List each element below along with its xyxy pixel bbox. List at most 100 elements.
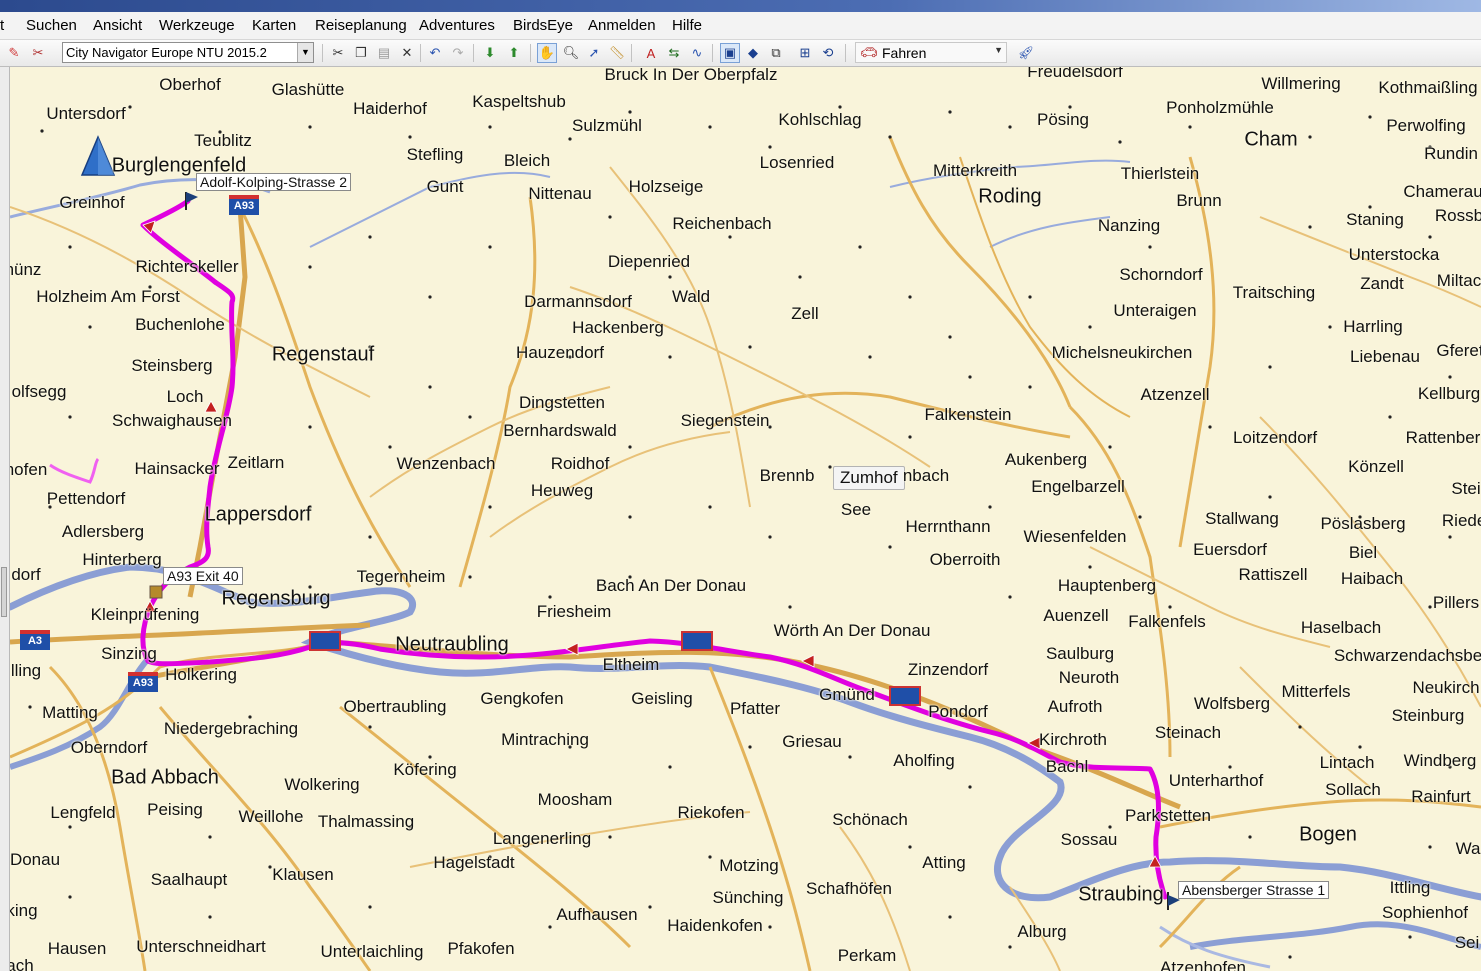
track-icon[interactable]: ∿ <box>687 43 707 63</box>
place-label: Hagelstadt <box>433 853 515 872</box>
map-product-select[interactable]: City Navigator Europe NTU 2015.2 ▼ <box>62 42 314 63</box>
place-label: Teublitz <box>194 131 252 150</box>
menu-hilfe[interactable]: Hilfe <box>672 17 702 34</box>
3d-view-icon[interactable]: ◆ <box>743 43 763 63</box>
route-tool-icon[interactable]: ✂ <box>28 43 48 63</box>
place-label: Liebenau <box>1350 347 1420 366</box>
map-product-value: City Navigator Europe NTU 2015.2 <box>66 45 267 60</box>
place-label: Sinzing <box>101 644 157 663</box>
menu-adventures[interactable]: Adventures <box>419 17 495 34</box>
route-end-label[interactable]: Abensberger Strasse 1 <box>1178 881 1330 899</box>
place-label: Eltheim <box>602 655 660 674</box>
place-label: Miltac <box>1436 271 1481 290</box>
chevron-down-icon[interactable]: ▼ <box>297 43 313 62</box>
filter-icon[interactable]: ⧉ <box>766 43 786 63</box>
place-label: Harrling <box>1343 317 1403 336</box>
panel-expand-handle[interactable] <box>1 567 7 617</box>
recalculate-icon[interactable]: ⟲ <box>818 43 838 63</box>
place-label: Rossb <box>1434 206 1481 225</box>
place-label: Zinzendorf <box>907 660 989 679</box>
place-label: Glashütte <box>271 80 345 99</box>
place-label: Könzell <box>1348 457 1404 476</box>
place-label: Lengfeld <box>50 803 116 822</box>
zoom-icon[interactable]: 🔍︎ <box>561 43 581 63</box>
fit-view-icon[interactable]: ⊞ <box>795 43 815 63</box>
place-label: Lappersdorf <box>204 503 312 526</box>
place-label: Kellburg <box>1417 384 1481 403</box>
place-label: Roding <box>978 185 1042 208</box>
place-label: Zeitlarn <box>227 453 285 472</box>
place-label: Neukirch <box>1412 678 1480 697</box>
place-label: Losenried <box>759 153 835 172</box>
place-label: Zandt <box>1360 274 1404 293</box>
menu-birdseye[interactable]: BirdsEye <box>513 17 573 34</box>
place-label: Chamerau <box>1403 182 1481 201</box>
place-label: olfsegg <box>11 382 67 401</box>
menu-reiseplanung[interactable]: Reiseplanung <box>315 17 407 34</box>
routing-mode-value: Fahren <box>882 45 927 61</box>
measure-icon[interactable]: 📏︎ <box>607 43 627 63</box>
route-icon[interactable]: ⇆ <box>664 43 684 63</box>
undo-icon[interactable]: ↶ <box>425 43 445 63</box>
place-label: Aufhausen <box>556 905 638 924</box>
hand-tool-icon[interactable]: ✋ <box>537 43 557 63</box>
menu-suchen[interactable]: Suchen <box>26 17 77 34</box>
delete-icon[interactable]: ✕ <box>397 43 417 63</box>
waypoint-icon[interactable]: A <box>641 43 661 63</box>
place-label: Wald <box>671 287 711 306</box>
place-label: Schönach <box>832 810 908 829</box>
place-label: Pettendorf <box>46 489 126 508</box>
a3-shield: A3 <box>20 630 50 650</box>
place-label: Wolkering <box>284 775 360 794</box>
route-exit-label[interactable]: A93 Exit 40 <box>163 567 243 585</box>
chevron-down-icon[interactable]: ▼ <box>994 45 1003 55</box>
place-label: Mitterfels <box>1281 682 1351 701</box>
routing-mode-select[interactable]: 🚗︎ Fahren ▼ <box>855 42 1007 63</box>
place-label: Schafhöfen <box>805 879 893 898</box>
toolbar-separator <box>712 44 713 62</box>
place-label: Mintraching <box>501 730 589 749</box>
place-label: Hauptenberg <box>1057 576 1157 595</box>
place-label: Kirchroth <box>1038 730 1108 749</box>
menu-bar: t Suchen Ansicht Werkzeuge Karten Reisep… <box>0 12 1481 40</box>
redo-icon[interactable]: ↷ <box>448 43 468 63</box>
window-title-strip <box>0 0 1481 12</box>
paste-icon[interactable]: ▤ <box>374 43 394 63</box>
place-label: Perwolfing <box>1386 116 1466 135</box>
cut-icon[interactable]: ✂ <box>328 43 348 63</box>
place-label: Buchenlohe <box>135 315 225 334</box>
menu-werkzeuge[interactable]: Werkzeuge <box>159 17 235 34</box>
place-label: Kothmaißling <box>1378 78 1478 97</box>
menu-ansicht[interactable]: Ansicht <box>93 17 142 34</box>
launch-icon[interactable]: 🚀︎ <box>1016 43 1036 63</box>
place-label: Oberhof <box>159 75 221 94</box>
place-label: Schorndorf <box>1119 265 1203 284</box>
place-label: Geisling <box>631 689 693 708</box>
menu-anmelden[interactable]: Anmelden <box>588 17 656 34</box>
map-view[interactable]: A93 A3 A93 Adolf-Kolping-Strasse 2 Abens… <box>10 67 1481 971</box>
select-arrow-icon[interactable]: ➚ <box>584 43 604 63</box>
place-label: Stefling <box>406 145 464 164</box>
place-label: Brennb <box>759 466 815 485</box>
send-device-icon[interactable]: ⬆ <box>504 43 524 63</box>
place-label: Windberg <box>1403 751 1477 770</box>
car-icon: 🚗︎ <box>860 44 878 60</box>
place-label: Bleich <box>503 151 551 170</box>
place-label: Pfakofen <box>447 939 515 958</box>
place-label: Sollach <box>1325 780 1381 799</box>
copy-icon[interactable]: ❐ <box>351 43 371 63</box>
place-label: Straubing <box>1078 883 1164 906</box>
place-label: Köfering <box>393 760 457 779</box>
receive-device-icon[interactable]: ⬇ <box>480 43 500 63</box>
place-label: Tegernheim <box>356 567 446 586</box>
place-label: Unteraigen <box>1113 301 1197 320</box>
map-view-icon[interactable]: ▣ <box>720 43 740 63</box>
place-label: Atzenzell <box>1140 385 1210 404</box>
menu-karten[interactable]: Karten <box>252 17 296 34</box>
place-label: Regensburg <box>221 587 331 610</box>
place-label: Steinburg <box>1391 706 1465 725</box>
eraser-icon[interactable]: ✎ <box>4 43 24 63</box>
place-label: Zell <box>791 304 819 323</box>
place-label: Niedergebraching <box>163 719 299 738</box>
place-label: Greinhof <box>59 193 125 212</box>
